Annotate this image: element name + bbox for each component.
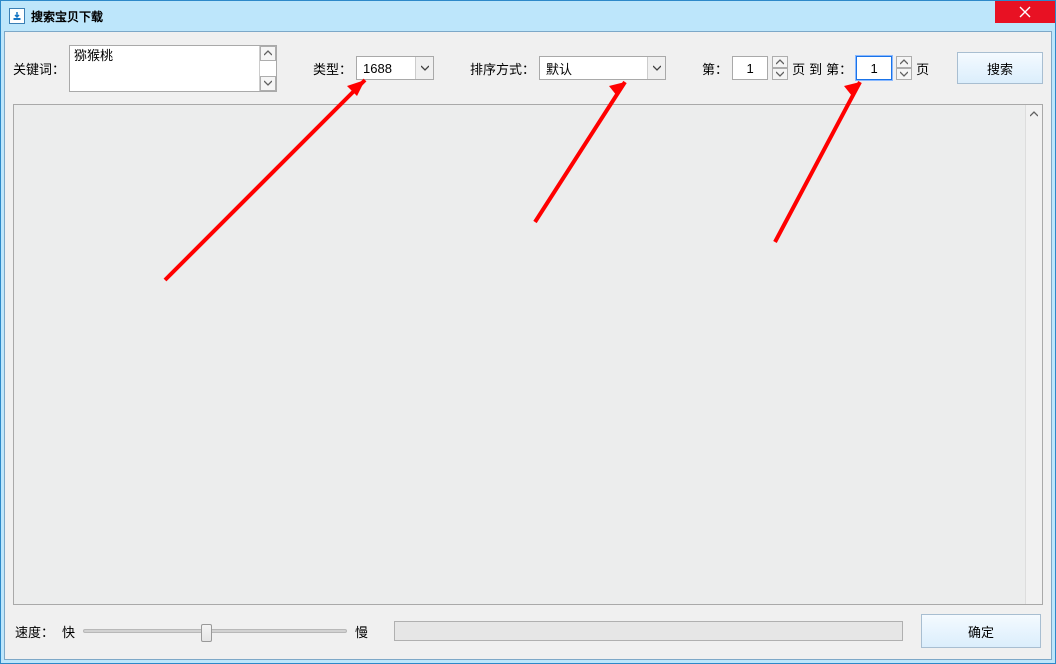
- keyword-input[interactable]: [70, 46, 259, 91]
- sort-dropdown-arrow: [647, 57, 665, 79]
- chevron-down-icon: [264, 80, 272, 86]
- app-window: 搜索宝贝下载 关键词： 类型：: [0, 0, 1056, 664]
- type-dropdown-arrow: [415, 57, 433, 79]
- chevron-down-icon: [776, 71, 784, 77]
- page-unit-1: 页: [792, 59, 805, 78]
- close-icon: [1019, 6, 1031, 18]
- page-to-spinner: [896, 56, 912, 80]
- speed-fast-label: 快: [62, 622, 75, 641]
- speed-slider[interactable]: [83, 621, 347, 641]
- keyword-scroll-up[interactable]: [260, 46, 276, 61]
- speed-slow-label: 慢: [355, 622, 368, 641]
- sort-select[interactable]: 默认: [539, 56, 666, 80]
- page-to-down[interactable]: [896, 68, 912, 80]
- keyword-input-wrap: [69, 45, 277, 92]
- scroll-up-icon[interactable]: [1026, 105, 1042, 122]
- sort-label: 排序方式：: [470, 59, 535, 78]
- keyword-scroll-down[interactable]: [260, 76, 276, 91]
- chevron-down-icon: [653, 65, 661, 71]
- client-area: 关键词： 类型： 1688: [4, 31, 1052, 660]
- type-label: 类型：: [313, 59, 352, 78]
- chevron-down-icon: [900, 71, 908, 77]
- page-to-input[interactable]: [856, 56, 892, 80]
- chevron-down-icon: [421, 65, 429, 71]
- speed-label: 速度：: [15, 622, 54, 641]
- page-from-prefix: 第：: [702, 59, 728, 78]
- app-icon: [9, 8, 25, 24]
- titlebar: 搜索宝贝下载: [1, 1, 1055, 31]
- page-unit-2: 页: [916, 59, 929, 78]
- chevron-up-icon: [776, 59, 784, 65]
- page-from-up[interactable]: [772, 56, 788, 68]
- results-panel: [13, 104, 1043, 605]
- search-button[interactable]: 搜索: [957, 52, 1043, 84]
- chevron-up-icon: [900, 59, 908, 65]
- results-scrollbar[interactable]: [1025, 105, 1042, 604]
- keyword-scroll: [259, 46, 276, 91]
- close-button[interactable]: [995, 1, 1055, 23]
- ok-button[interactable]: 确定: [921, 614, 1041, 648]
- type-select[interactable]: 1688: [356, 56, 434, 80]
- bottom-bar: 速度： 快 慢 确定: [13, 611, 1043, 651]
- page-from-spinner: [772, 56, 788, 80]
- page-from-down[interactable]: [772, 68, 788, 80]
- page-to-word: 到: [809, 59, 822, 78]
- slider-track: [83, 629, 347, 633]
- page-from-input[interactable]: [732, 56, 768, 80]
- filter-row: 关键词： 类型： 1688: [13, 40, 1043, 96]
- sort-value: 默认: [546, 59, 647, 78]
- progress-bar-wrap: [394, 621, 903, 641]
- window-title: 搜索宝贝下载: [31, 8, 103, 25]
- page-to-prefix: 第：: [826, 59, 852, 78]
- page-to-up[interactable]: [896, 56, 912, 68]
- type-value: 1688: [363, 61, 415, 76]
- keyword-label: 关键词：: [13, 59, 65, 78]
- chevron-up-icon: [264, 50, 272, 56]
- slider-thumb[interactable]: [201, 624, 212, 642]
